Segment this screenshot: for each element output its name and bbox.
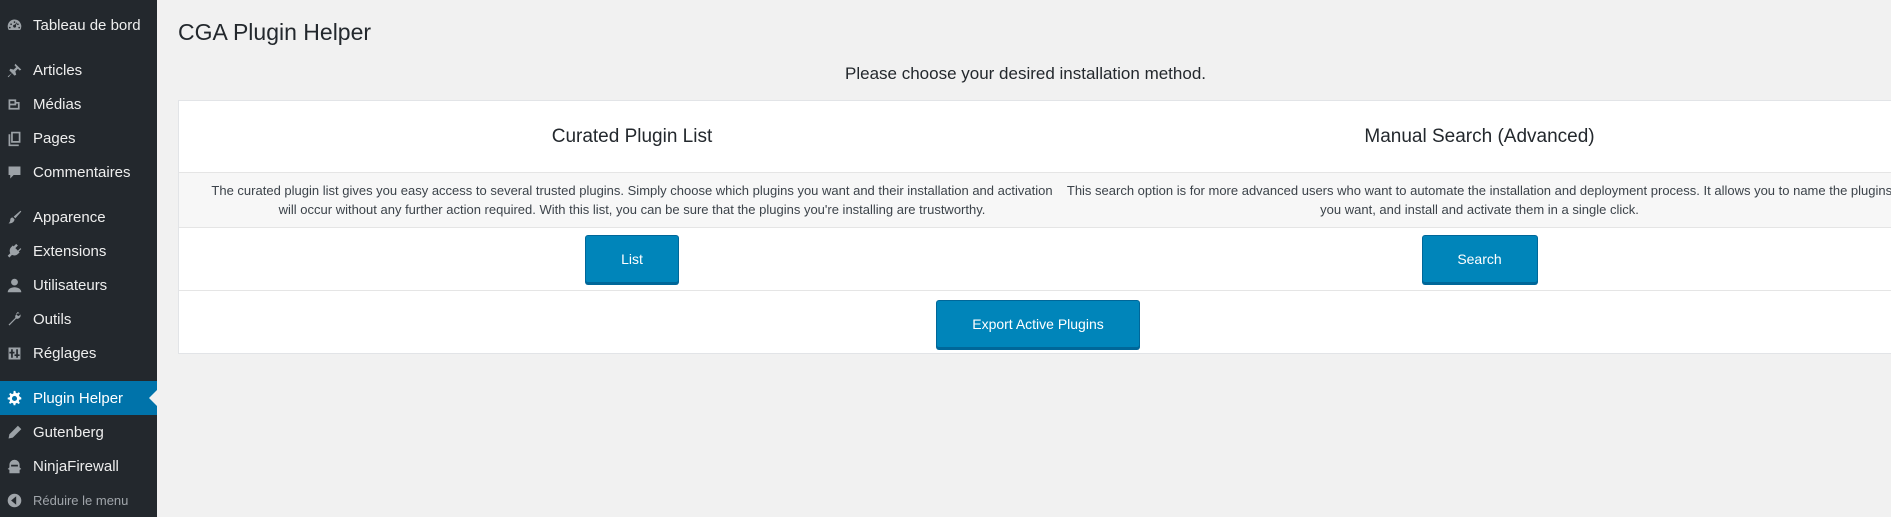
sidebar-item-label: Apparence: [33, 208, 106, 226]
curated-list-description-cell: The curated plugin list gives you easy a…: [204, 173, 1060, 227]
options-heading-row: Curated Plugin List Manual Search (Advan…: [179, 101, 1891, 173]
sidebar-item-label: Articles: [33, 61, 83, 79]
collapse-menu-label: Réduire le menu: [33, 492, 129, 508]
media-icon: [6, 96, 23, 113]
sidebar-item-gutenberg[interactable]: Gutenberg: [0, 415, 157, 449]
curated-list-title: Curated Plugin List: [551, 125, 713, 147]
list-button[interactable]: List: [585, 235, 679, 283]
plugins-icon: [6, 243, 23, 260]
sidebar-item-medias[interactable]: Médias: [0, 87, 157, 121]
sidebar-item-dashboard[interactable]: Tableau de bord: [0, 8, 157, 42]
sidebar-item-plugin-helper[interactable]: Plugin Helper: [0, 381, 157, 415]
manual-search-description: This search option is for more advanced …: [1066, 183, 1891, 217]
pages-icon: [6, 130, 23, 147]
users-icon: [6, 277, 23, 294]
sidebar-item-users[interactable]: Utilisateurs: [0, 268, 157, 302]
manual-search-button-cell: Search: [1060, 228, 1891, 290]
options-button-row: List Search: [179, 228, 1891, 291]
curated-list-button-cell: List: [204, 228, 1060, 290]
page-title: CGA Plugin Helper: [178, 19, 372, 45]
pencil-icon: [6, 424, 23, 441]
sidebar-item-label: Tableau de bord: [33, 16, 141, 34]
sidebar-item-label: Plugin Helper: [33, 389, 124, 407]
brush-icon: [6, 209, 23, 226]
gear-icon: [6, 390, 23, 407]
sidebar-item-label: Commentaires: [33, 163, 131, 181]
sidebar-item-label: Médias: [33, 95, 82, 113]
curated-list-heading-cell: Curated Plugin List: [204, 101, 1060, 172]
export-active-plugins-button[interactable]: Export Active Plugins: [936, 300, 1140, 348]
ninja-icon: [6, 458, 23, 475]
sidebar-item-articles[interactable]: Articles: [0, 53, 157, 87]
settings-icon: [6, 345, 23, 362]
search-button[interactable]: Search: [1421, 235, 1538, 283]
curated-list-description: The curated plugin list gives you easy a…: [211, 183, 1053, 217]
collapse-menu-button[interactable]: Réduire le menu: [0, 483, 157, 517]
comments-icon: [6, 164, 23, 181]
export-row: Export Active Plugins: [179, 291, 1891, 354]
installation-instruction: Please choose your desired installation …: [845, 64, 1206, 83]
pin-icon: [6, 62, 23, 79]
sidebar-item-label: Outils: [33, 310, 72, 328]
sidebar-item-comments[interactable]: Commentaires: [0, 155, 157, 189]
manual-search-description-cell: This search option is for more advanced …: [1060, 173, 1891, 227]
manual-search-title: Manual Search (Advanced): [1364, 125, 1595, 147]
wrench-icon: [6, 311, 23, 328]
sidebar-item-pages[interactable]: Pages: [0, 121, 157, 155]
main-content: CGA Plugin Helper Please choose your des…: [157, 0, 1891, 517]
dashboard-icon: [6, 17, 23, 34]
options-description-row: The curated plugin list gives you easy a…: [179, 173, 1891, 228]
sidebar-item-extensions[interactable]: Extensions: [0, 234, 157, 268]
admin-sidebar: Tableau de bord Articles Médias Pages Co…: [0, 0, 157, 517]
sidebar-item-label: Extensions: [33, 242, 107, 260]
sidebar-item-label: Utilisateurs: [33, 276, 108, 294]
sidebar-item-label: Réglages: [33, 344, 97, 362]
sidebar-item-label: NinjaFirewall: [33, 457, 119, 475]
sidebar-item-ninjafirewall[interactable]: NinjaFirewall: [0, 449, 157, 483]
sidebar-item-label: Gutenberg: [33, 423, 104, 441]
manual-search-heading-cell: Manual Search (Advanced): [1060, 101, 1891, 172]
installation-options-panel: Curated Plugin List Manual Search (Advan…: [178, 100, 1891, 354]
sidebar-item-settings[interactable]: Réglages: [0, 336, 157, 370]
sidebar-item-tools[interactable]: Outils: [0, 302, 157, 336]
sidebar-item-appearance[interactable]: Apparence: [0, 200, 157, 234]
collapse-arrow-icon: [6, 492, 23, 509]
sidebar-item-label: Pages: [33, 129, 76, 147]
